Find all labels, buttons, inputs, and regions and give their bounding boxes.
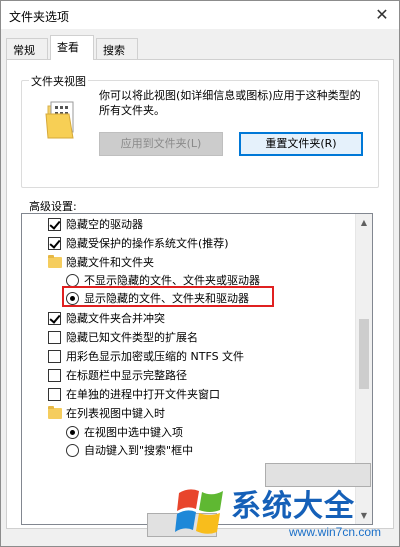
windows-logo-icon bbox=[175, 489, 223, 534]
list-item: 隐藏文件和文件夹 bbox=[22, 254, 352, 271]
tab-view-label: 查看 bbox=[57, 41, 79, 54]
reset-folders-button[interactable]: 重置文件夹(R) bbox=[239, 132, 363, 156]
list-item[interactable]: 隐藏文件夹合并冲突 bbox=[22, 310, 352, 327]
select-typed-item-radio[interactable] bbox=[66, 426, 79, 439]
folder-options-dialog: 文件夹选项 ✕ 常规 查看 搜索 文件夹视图 你可以将此视图(如详细信息或图标)… bbox=[0, 0, 400, 547]
tab-general-label: 常规 bbox=[13, 44, 35, 57]
scroll-up-icon[interactable]: ▲ bbox=[356, 214, 372, 231]
tab-search-label: 搜索 bbox=[103, 44, 125, 57]
list-item: 在列表视图中键入时 bbox=[22, 405, 352, 422]
tab-view[interactable]: 查看 bbox=[50, 35, 94, 60]
list-item-label: 隐藏文件和文件夹 bbox=[66, 256, 154, 269]
folder-icon bbox=[48, 255, 62, 268]
apply-to-folders-button[interactable]: 应用到文件夹(L) bbox=[99, 132, 223, 156]
tab-search[interactable]: 搜索 bbox=[96, 38, 138, 59]
list-item-label: 隐藏文件夹合并冲突 bbox=[66, 312, 165, 325]
list-item-label: 在标题栏中显示完整路径 bbox=[66, 369, 187, 382]
advanced-settings-label: 高级设置: bbox=[29, 200, 77, 213]
watermark: 系统大全 www.win7cn.com bbox=[171, 479, 400, 547]
full-path-title-checkbox[interactable] bbox=[48, 369, 61, 382]
list-item-label: 在单独的进程中打开文件夹窗口 bbox=[66, 388, 220, 401]
list-item-label: 自动键入到"搜索"框中 bbox=[84, 444, 194, 457]
tab-general[interactable]: 常规 bbox=[6, 38, 48, 59]
title-bar: 文件夹选项 ✕ bbox=[1, 1, 399, 29]
list-item[interactable]: 隐藏已知文件类型的扩展名 bbox=[22, 329, 352, 346]
watermark-url: www.win7cn.com bbox=[289, 525, 382, 539]
list-item-label: 隐藏已知文件类型的扩展名 bbox=[66, 331, 198, 344]
list-item[interactable]: 用彩色显示加密或压缩的 NTFS 文件 bbox=[22, 348, 352, 365]
list-item-label: 在视图中选中键入项 bbox=[84, 426, 183, 439]
highlight-annotation bbox=[62, 286, 274, 307]
window-title: 文件夹选项 bbox=[9, 10, 70, 24]
list-item-label: 隐藏受保护的操作系统文件(推荐) bbox=[66, 237, 229, 250]
hide-protected-files-checkbox[interactable] bbox=[48, 237, 61, 250]
folder-icon bbox=[48, 406, 62, 419]
close-icon[interactable]: ✕ bbox=[371, 4, 393, 26]
watermark-title: 系统大全 bbox=[231, 489, 355, 524]
folder-views-description: 你可以将此视图(如详细信息或图标)应用于这种类型的所有文件夹。 bbox=[99, 89, 361, 117]
list-item[interactable]: 隐藏空的驱动器 bbox=[22, 216, 352, 233]
folder-views-label: 文件夹视图 bbox=[29, 73, 88, 89]
separate-process-checkbox[interactable] bbox=[48, 388, 61, 401]
list-item-label: 隐藏空的驱动器 bbox=[66, 218, 143, 231]
hide-empty-drives-checkbox[interactable] bbox=[48, 218, 61, 231]
list-item-label: 在列表视图中键入时 bbox=[66, 407, 165, 420]
scroll-thumb[interactable] bbox=[359, 319, 369, 389]
color-ntfs-checkbox[interactable] bbox=[48, 350, 61, 363]
list-item[interactable]: 自动键入到"搜索"框中 bbox=[22, 442, 352, 459]
folder-view-icon bbox=[45, 101, 74, 139]
list-item[interactable]: 在单独的进程中打开文件夹窗口 bbox=[22, 386, 352, 403]
list-item[interactable]: 隐藏受保护的操作系统文件(推荐) bbox=[22, 235, 352, 252]
list-item[interactable]: 在标题栏中显示完整路径 bbox=[22, 367, 352, 384]
hide-merge-conflicts-checkbox[interactable] bbox=[48, 312, 61, 325]
hide-extensions-checkbox[interactable] bbox=[48, 331, 61, 344]
list-item[interactable]: 在视图中选中键入项 bbox=[22, 424, 352, 441]
list-item-label: 用彩色显示加密或压缩的 NTFS 文件 bbox=[66, 350, 245, 363]
type-into-search-radio[interactable] bbox=[66, 444, 79, 457]
